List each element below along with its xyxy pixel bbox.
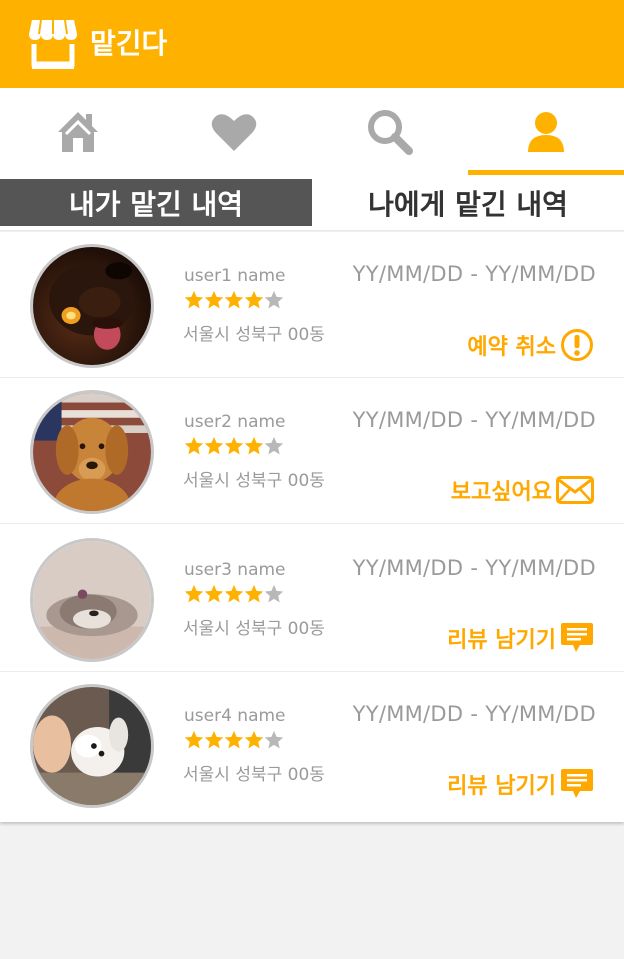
star-filled-icon: [204, 730, 224, 749]
star-filled-icon: [224, 730, 244, 749]
date-range: YY/MM/DD - YY/MM/DD: [352, 262, 596, 286]
list-item[interactable]: user4 name 서울시 성북구 00동 YY/MM/DD - YY/MM/…: [0, 672, 624, 818]
list-item[interactable]: user3 name 서울시 성북구 00동 YY/MM/DD - YY/MM/…: [0, 526, 624, 672]
star-filled-icon: [184, 290, 204, 309]
star-filled-icon: [244, 436, 264, 455]
star-filled-icon: [184, 584, 204, 603]
dog-photo-maltese: [33, 687, 151, 805]
star-filled-icon: [224, 584, 244, 603]
rating-stars: [184, 730, 284, 754]
action-label: 리뷰 남기기: [447, 774, 556, 799]
write-review-button[interactable]: 리뷰 남기기: [447, 768, 594, 800]
active-tab-indicator: [468, 170, 624, 175]
address: 서울시 성북구 00동: [183, 325, 325, 345]
list-item[interactable]: user1 name 서울시 성북구 00동 YY/MM/DD - YY/MM/…: [0, 232, 624, 378]
date-range: YY/MM/DD - YY/MM/DD: [352, 556, 596, 580]
avatar: [30, 538, 154, 662]
dog-photo-black-labrador: [33, 247, 151, 365]
tab-my-requests[interactable]: 내가 맡긴 내역: [0, 179, 312, 226]
heart-icon: [211, 114, 257, 151]
star-filled-icon: [244, 730, 264, 749]
app-title: 맡긴다: [90, 27, 168, 60]
date-range: YY/MM/DD - YY/MM/DD: [352, 408, 596, 432]
star-filled-icon: [204, 584, 224, 603]
nav-favorites[interactable]: [156, 88, 312, 176]
miss-you-button[interactable]: 보고싶어요: [451, 474, 594, 506]
star-filled-icon: [244, 584, 264, 603]
rating-stars: [184, 290, 284, 314]
dog-photo-golden-retriever: [33, 393, 151, 511]
search-icon: [368, 110, 413, 155]
star-filled-icon: [204, 436, 224, 455]
rating-stars: [184, 436, 284, 460]
write-review-button[interactable]: 리뷰 남기기: [447, 622, 594, 654]
home-icon: [58, 112, 98, 152]
star-filled-icon: [224, 290, 244, 309]
avatar: [30, 684, 154, 808]
star-filled-icon: [184, 436, 204, 455]
comment-icon: [560, 768, 594, 800]
action-label: 보고싶어요: [450, 480, 552, 505]
address: 서울시 성북구 00동: [183, 471, 325, 491]
app-header: 맡긴다: [0, 0, 624, 88]
user-name[interactable]: user1 name: [184, 266, 286, 286]
history-tabs: 내가 맡긴 내역 나에게 맡긴 내역: [0, 176, 624, 231]
star-filled-icon: [224, 436, 244, 455]
booking-list: user1 name 서울시 성북구 00동 YY/MM/DD - YY/MM/…: [0, 232, 624, 822]
star-filled-icon: [184, 730, 204, 749]
nav-search[interactable]: [312, 88, 468, 176]
action-label: 예약 취소: [467, 335, 556, 360]
star-filled-icon: [204, 290, 224, 309]
user-name[interactable]: user2 name: [184, 412, 286, 432]
address: 서울시 성북구 00동: [183, 619, 325, 639]
star-filled-icon: [244, 290, 264, 309]
avatar: [30, 244, 154, 368]
nav-home[interactable]: [0, 88, 156, 176]
star-empty-icon: [264, 730, 284, 749]
rating-stars: [184, 584, 284, 608]
star-empty-icon: [264, 436, 284, 455]
list-item[interactable]: user2 name 서울시 성북구 00동 YY/MM/DD - YY/MM/…: [0, 378, 624, 524]
address: 서울시 성북구 00동: [183, 765, 325, 785]
date-range: YY/MM/DD - YY/MM/DD: [352, 702, 596, 726]
user-name[interactable]: user3 name: [184, 560, 286, 580]
mail-icon: [556, 476, 594, 504]
cancel-reservation-button[interactable]: 예약 취소: [467, 328, 594, 362]
avatar: [30, 390, 154, 514]
tab-requests-to-me[interactable]: 나에게 맡긴 내역: [312, 179, 624, 226]
bottom-nav: [0, 88, 624, 176]
nav-profile[interactable]: [468, 88, 624, 176]
user-name[interactable]: user4 name: [184, 706, 286, 726]
user-icon: [528, 112, 564, 152]
star-empty-icon: [264, 584, 284, 603]
store-icon: [28, 18, 78, 70]
dog-photo-shih-tzu: [33, 541, 151, 659]
action-label: 리뷰 남기기: [447, 628, 556, 653]
alert-circle-icon: [560, 328, 594, 362]
comment-icon: [560, 622, 594, 654]
star-empty-icon: [264, 290, 284, 309]
